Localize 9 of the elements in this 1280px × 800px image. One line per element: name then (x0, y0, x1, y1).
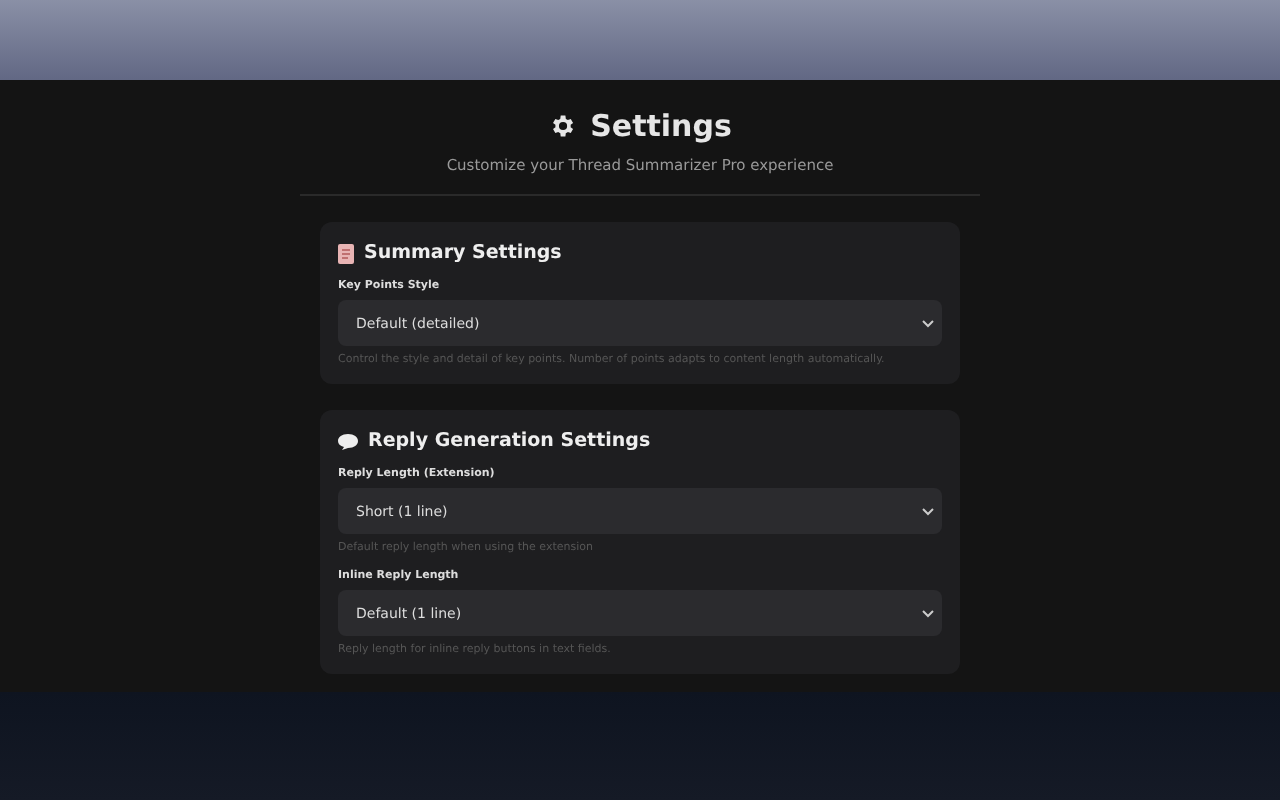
chevron-icon (922, 609, 934, 617)
section-title: Summary Settings (364, 242, 562, 264)
chevron-icon (922, 319, 934, 327)
document-icon (338, 243, 354, 263)
gear-icon (548, 112, 577, 140)
chevron-icon (922, 507, 934, 515)
speech-bubble-icon (338, 433, 358, 449)
section-title: Reply Generation Settings (368, 430, 651, 452)
page-title: Settings (590, 108, 732, 144)
